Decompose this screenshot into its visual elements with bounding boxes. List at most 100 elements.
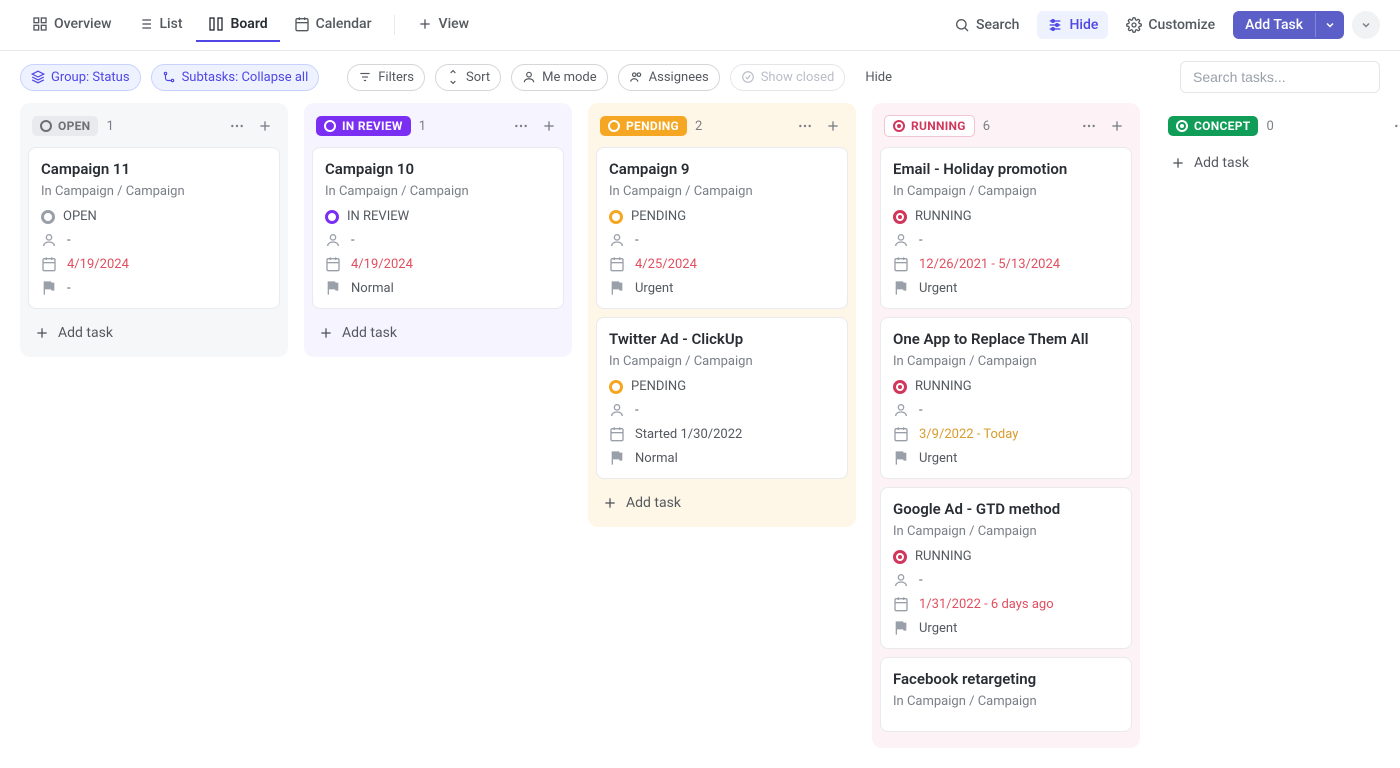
- task-card[interactable]: Email - Holiday promotion In Campaign / …: [880, 147, 1132, 309]
- task-card[interactable]: Facebook retargeting In Campaign / Campa…: [880, 657, 1132, 732]
- list-icon: [137, 16, 153, 32]
- card-priority-row: Urgent: [609, 280, 835, 296]
- group-pill[interactable]: Group: Status: [20, 64, 141, 91]
- card-status-label: RUNNING: [915, 379, 972, 394]
- column-concept: CONCEPT 0 Add task: [1156, 103, 1400, 187]
- search-button[interactable]: Search: [944, 11, 1029, 39]
- status-chip-running[interactable]: RUNNING: [884, 115, 975, 137]
- card-assignee-row: -: [41, 232, 267, 248]
- column-pending: PENDING 2 Campaign 9 In Campaign / Campa…: [588, 103, 856, 527]
- column-more-button[interactable]: [1078, 115, 1100, 137]
- column-count: 1: [419, 119, 426, 134]
- add-task-button[interactable]: Add task: [28, 317, 280, 349]
- calendar-icon: [609, 256, 625, 272]
- customize-button[interactable]: Customize: [1116, 11, 1225, 39]
- column-more-button[interactable]: [226, 115, 248, 137]
- status-dot-icon: [609, 380, 623, 394]
- column-add-button[interactable]: [1106, 115, 1128, 137]
- sort-label: Sort: [466, 70, 490, 85]
- calendar-icon: [41, 256, 57, 272]
- card-status-label: OPEN: [63, 209, 97, 224]
- filters-label: Filters: [378, 70, 414, 85]
- sort-pill[interactable]: Sort: [435, 64, 501, 91]
- card-priority: -: [67, 281, 71, 296]
- tab-list[interactable]: List: [125, 8, 194, 42]
- add-task-button[interactable]: Add task: [596, 487, 848, 519]
- flag-icon: [893, 280, 909, 296]
- status-chip-review[interactable]: IN REVIEW: [316, 116, 411, 136]
- card-status-label: RUNNING: [915, 549, 972, 564]
- view-tabs-bar: OverviewListBoardCalendar View Search Hid…: [0, 0, 1400, 51]
- card-assignee-row: -: [893, 232, 1119, 248]
- topbar-right: Search Hide Customize Add Task: [944, 11, 1380, 39]
- card-date: 1/31/2022 - 6 days ago: [919, 597, 1054, 612]
- toolbar-hide-button[interactable]: Hide: [855, 65, 902, 90]
- hide-button[interactable]: Hide: [1037, 11, 1108, 39]
- column-more-button[interactable]: [510, 115, 532, 137]
- tab-calendar[interactable]: Calendar: [282, 8, 384, 42]
- card-date-row: 12/26/2021 - 5/13/2024: [893, 256, 1119, 272]
- calendar-icon: [893, 596, 909, 612]
- sort-icon: [446, 70, 460, 84]
- card-priority: Urgent: [919, 621, 957, 636]
- add-task-button[interactable]: Add task: [1164, 147, 1400, 179]
- search-tasks-input[interactable]: [1180, 61, 1380, 93]
- card-priority: Normal: [635, 451, 678, 466]
- subtasks-pill[interactable]: Subtasks: Collapse all: [151, 64, 320, 91]
- more-menu-button[interactable]: [1352, 11, 1380, 39]
- column-add-button[interactable]: [538, 115, 560, 137]
- column-actions: [794, 115, 844, 137]
- tab-label: View: [439, 16, 470, 32]
- card-status-row: RUNNING: [893, 549, 1119, 564]
- add-task-primary-button[interactable]: Add Task: [1233, 11, 1344, 39]
- view-tabs: OverviewListBoardCalendar View: [20, 8, 481, 42]
- card-priority-row: Normal: [609, 450, 835, 466]
- calendar-icon: [893, 256, 909, 272]
- column-header: PENDING 2: [596, 111, 848, 147]
- status-chip-open[interactable]: OPEN: [32, 116, 98, 136]
- tab-overview[interactable]: Overview: [20, 8, 123, 42]
- card-status-label: RUNNING: [915, 209, 972, 224]
- calendar-icon: [893, 426, 909, 442]
- card-location: In Campaign / Campaign: [609, 184, 835, 199]
- column-add-button[interactable]: [254, 115, 276, 137]
- task-card[interactable]: Campaign 10 In Campaign / Campaign IN RE…: [312, 147, 564, 309]
- card-priority: Normal: [351, 281, 394, 296]
- status-dot-icon: [893, 550, 907, 564]
- card-assignee: -: [635, 233, 639, 248]
- calendar-icon: [294, 16, 310, 32]
- plus-icon: [417, 16, 433, 32]
- task-card[interactable]: Campaign 9 In Campaign / Campaign PENDIN…: [596, 147, 848, 309]
- tab-view[interactable]: View: [405, 8, 482, 42]
- card-status-label: IN REVIEW: [347, 209, 409, 224]
- me-mode-pill[interactable]: Me mode: [511, 64, 608, 91]
- task-card[interactable]: Twitter Ad - ClickUp In Campaign / Campa…: [596, 317, 848, 479]
- status-chip-pending[interactable]: PENDING: [600, 116, 687, 136]
- card-priority-row: -: [41, 280, 267, 296]
- column-more-button[interactable]: [1390, 115, 1400, 137]
- status-chip-label: CONCEPT: [1194, 119, 1250, 133]
- filters-pill[interactable]: Filters: [347, 64, 425, 91]
- card-title: Facebook retargeting: [893, 670, 1119, 688]
- column-count: 6: [983, 119, 990, 134]
- card-title: Google Ad - GTD method: [893, 500, 1119, 518]
- card-location: In Campaign / Campaign: [893, 184, 1119, 199]
- column-more-button[interactable]: [794, 115, 816, 137]
- column-actions: [1390, 115, 1400, 137]
- show-closed-pill[interactable]: Show closed: [730, 64, 846, 91]
- card-location: In Campaign / Campaign: [609, 354, 835, 369]
- column-header: RUNNING 6: [880, 111, 1132, 147]
- card-date-row: 4/19/2024: [325, 256, 551, 272]
- task-card[interactable]: Google Ad - GTD method In Campaign / Cam…: [880, 487, 1132, 649]
- card-status-row: RUNNING: [893, 209, 1119, 224]
- add-task-label: Add task: [1194, 155, 1249, 171]
- task-card[interactable]: Campaign 11 In Campaign / Campaign OPEN …: [28, 147, 280, 309]
- add-task-button[interactable]: Add task: [312, 317, 564, 349]
- card-date-row: 4/25/2024: [609, 256, 835, 272]
- column-add-button[interactable]: [822, 115, 844, 137]
- task-card[interactable]: One App to Replace Them All In Campaign …: [880, 317, 1132, 479]
- assignees-pill[interactable]: Assignees: [618, 64, 720, 91]
- status-chip-concept[interactable]: CONCEPT: [1168, 116, 1258, 136]
- add-task-dropdown[interactable]: [1315, 13, 1344, 37]
- tab-board[interactable]: Board: [196, 8, 279, 42]
